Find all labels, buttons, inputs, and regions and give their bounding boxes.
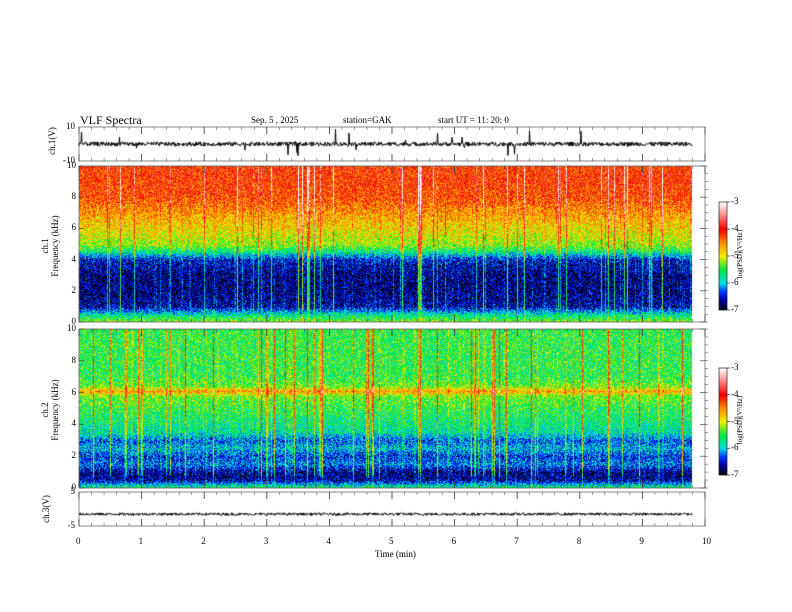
- colorbar-tick-label: -3: [731, 362, 739, 372]
- x-tick-label: 8: [576, 536, 582, 546]
- colorbar-tick-label: -6: [731, 442, 739, 453]
- y-tick-label: 10: [67, 323, 76, 333]
- colorbar-tick-label: -3: [731, 196, 739, 206]
- tick-labels-layer: 10 -10 0 2 4 6 8 10 -3 -4 -5 -6 -7 0 2 4 6 8 10 -3 -4 -5 -6 -7 5…: [0, 0, 792, 612]
- y-tick-label: 8: [71, 191, 77, 202]
- y-tick-label: 10: [66, 121, 75, 131]
- x-tick-label: 3: [263, 536, 269, 546]
- colorbar-tick-label: -6: [731, 277, 739, 287]
- y-tick-label: 6: [71, 386, 77, 397]
- colorbar-tick-label: -4: [731, 388, 739, 399]
- x-tick-label: 2: [201, 536, 206, 546]
- x-tick-label: 4: [326, 536, 331, 546]
- colorbar-tick-label: -7: [731, 304, 739, 314]
- y-tick-label: 10: [67, 160, 76, 170]
- x-tick-label: 5: [389, 536, 394, 546]
- x-tick-label: 9: [639, 536, 644, 546]
- y-tick-label: 5: [70, 486, 76, 496]
- colorbar-tick-label: -7: [731, 469, 739, 479]
- colorbar-tick-label: -4: [731, 223, 739, 233]
- colorbar-tick-label: -5: [731, 415, 739, 426]
- x-tick-label: 0: [76, 536, 81, 546]
- vlf-spectra-figure: VLF Spectra Sep. 5 , 2025 station=GAK st…: [0, 0, 792, 612]
- x-tick-label: 7: [514, 536, 519, 546]
- x-tick-label: 6: [451, 536, 457, 546]
- x-tick-label: 10: [702, 536, 711, 546]
- y-tick-label: 2: [71, 450, 77, 461]
- y-tick-label: 4: [71, 418, 77, 429]
- y-tick-label: 8: [71, 354, 77, 365]
- y-tick-label: -5: [67, 520, 76, 530]
- x-tick-label: 1: [138, 536, 144, 546]
- y-tick-label: 6: [71, 222, 77, 233]
- colorbar-tick-label: -5: [731, 250, 739, 260]
- y-tick-label: 2: [71, 284, 77, 295]
- y-tick-label: 4: [71, 253, 77, 264]
